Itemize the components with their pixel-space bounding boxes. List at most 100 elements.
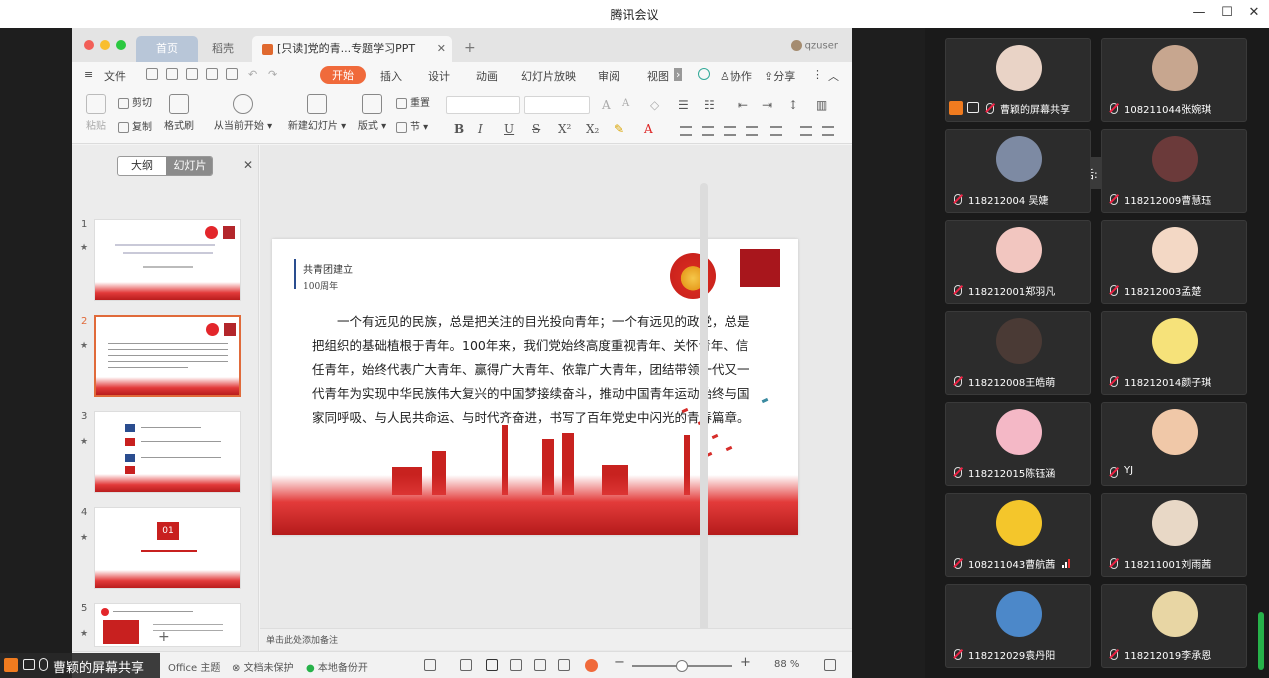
add-slide-button[interactable]: +: [158, 629, 170, 645]
sorter-view-icon[interactable]: [510, 659, 522, 671]
notes-view-icon[interactable]: [558, 659, 570, 671]
redo-icon[interactable]: ↷: [268, 68, 277, 81]
cloud-sync-icon[interactable]: [698, 68, 710, 80]
close-pane-icon[interactable]: ✕: [243, 158, 253, 172]
save-icon[interactable]: [166, 68, 178, 80]
menu-design[interactable]: 设计: [428, 68, 450, 84]
strikethrough-icon[interactable]: S: [532, 122, 540, 136]
align-center-icon[interactable]: [702, 126, 714, 136]
participant-tile[interactable]: 118212004 吴婕: [945, 129, 1091, 213]
align-left-icon[interactable]: [680, 126, 692, 136]
highlight-icon[interactable]: ✎: [614, 122, 624, 136]
editor-scrollbar[interactable]: [700, 183, 708, 643]
mac-minimize-dot[interactable]: [100, 40, 110, 50]
participant-tile[interactable]: 118212009曹慧珏: [1101, 129, 1247, 213]
more-icon[interactable]: ⋮: [812, 68, 823, 81]
cut-button[interactable]: 剪切: [118, 94, 152, 109]
align-text-icon[interactable]: [822, 126, 834, 136]
notes-area[interactable]: 单击此处添加备注: [260, 628, 852, 650]
format-painter-button[interactable]: 格式刷: [162, 94, 196, 132]
participant-scrollbar[interactable]: [1258, 612, 1264, 670]
slide-paragraph[interactable]: 一个有远见的民族，总是把关注的目光投向青年；一个有远见的政党，总是把组织的基础植…: [312, 310, 752, 430]
slide-thumbnail-2[interactable]: [94, 315, 241, 397]
mac-zoom-dot[interactable]: [116, 40, 126, 50]
tab-home[interactable]: 首页: [136, 36, 198, 62]
paste-button[interactable]: 粘贴: [82, 94, 110, 132]
participant-tile[interactable]: 118212008王皓萌: [945, 311, 1091, 395]
participant-tile[interactable]: 曹颖的屏幕共享: [945, 38, 1091, 122]
participant-tile[interactable]: 118212003孟楚: [1101, 220, 1247, 304]
tab-active-document[interactable]: [只读]党的青...专题学习PPT ✕: [252, 36, 452, 62]
outdent-icon[interactable]: ⇥: [762, 98, 772, 112]
font-color-icon[interactable]: A: [644, 122, 653, 136]
view-toggle-icon[interactable]: [424, 659, 436, 671]
indent-icon[interactable]: ⇤: [738, 98, 748, 112]
play-from-current-button[interactable]: 从当前开始 ▾: [212, 94, 274, 132]
increase-font-icon[interactable]: A: [602, 98, 611, 112]
menu-review[interactable]: 审阅: [598, 68, 620, 84]
fit-window-icon[interactable]: [824, 659, 836, 671]
zoom-slider[interactable]: [632, 660, 732, 672]
preview-icon[interactable]: [226, 68, 238, 80]
zoom-level[interactable]: 88 %: [774, 659, 799, 670]
reset-button[interactable]: 重置: [396, 94, 430, 109]
participant-tile[interactable]: 118212001郑羽凡: [945, 220, 1091, 304]
print-icon[interactable]: [206, 68, 218, 80]
share-button[interactable]: ⇪分享: [764, 68, 795, 84]
backup-status[interactable]: ● 本地备份开: [306, 659, 368, 674]
align-right-icon[interactable]: [724, 126, 736, 136]
zoom-out-button[interactable]: −: [614, 655, 625, 670]
collapse-ribbon-icon[interactable]: ︿: [828, 68, 839, 84]
underline-icon[interactable]: U: [504, 122, 514, 136]
slide-thumbnail-3[interactable]: [94, 411, 241, 493]
participant-tile[interactable]: 108211043曹航茜: [945, 493, 1091, 577]
menu-animation[interactable]: 动画: [476, 68, 498, 84]
normal-view-icon[interactable]: [486, 659, 498, 671]
text-direction-icon[interactable]: [800, 126, 812, 136]
font-name-select[interactable]: [446, 96, 520, 114]
participant-tile[interactable]: 118212019李承恩: [1101, 584, 1247, 668]
participant-tile[interactable]: 108211044张婉琪: [1101, 38, 1247, 122]
italic-icon[interactable]: I: [478, 122, 483, 136]
bold-icon[interactable]: B: [454, 122, 464, 136]
collab-button[interactable]: ♙协作: [720, 68, 752, 84]
tab-close-icon[interactable]: ✕: [437, 36, 446, 62]
section-button[interactable]: 节 ▾: [396, 118, 428, 133]
columns-icon[interactable]: ▥: [816, 98, 827, 112]
layout-button[interactable]: 版式 ▾: [356, 94, 388, 132]
open-icon[interactable]: [146, 68, 158, 80]
zoom-slider-knob[interactable]: [676, 660, 688, 672]
outline-view-icon[interactable]: [460, 659, 472, 671]
distributed-icon[interactable]: [770, 126, 782, 136]
menu-slideshow[interactable]: 幻灯片放映: [521, 68, 576, 84]
new-tab-button[interactable]: +: [464, 40, 476, 56]
clear-format-icon[interactable]: ◇: [650, 98, 659, 112]
superscript-icon[interactable]: X²: [558, 122, 571, 136]
slides-tab[interactable]: 幻灯片: [166, 157, 212, 175]
participant-tile[interactable]: 118212015陈钰涵: [945, 402, 1091, 486]
reading-view-icon[interactable]: [534, 659, 546, 671]
participant-tile[interactable]: 118211001刘雨茜: [1101, 493, 1247, 577]
more-tabs-chevron-icon[interactable]: ›: [674, 68, 683, 81]
numbering-icon[interactable]: ☷: [704, 98, 715, 112]
current-slide[interactable]: 共青团建立 100周年 一个有远见的民族，总是把关注的目光投向青年；一个有远见的…: [272, 239, 798, 535]
bullets-icon[interactable]: ☰: [678, 98, 689, 112]
line-spacing-icon[interactable]: ↕: [788, 98, 798, 112]
participant-tile[interactable]: 118212014颜子琪: [1101, 311, 1247, 395]
font-size-select[interactable]: [524, 96, 590, 114]
copy-button[interactable]: 复制: [118, 118, 152, 133]
slideshow-play-icon[interactable]: [585, 659, 598, 672]
participant-tile[interactable]: 118212029袁丹阳: [945, 584, 1091, 668]
subscript-icon[interactable]: X₂: [586, 122, 599, 136]
outline-tab[interactable]: 大纲: [118, 157, 166, 175]
menu-view[interactable]: 视图: [647, 68, 669, 84]
menu-insert[interactable]: 插入: [380, 68, 402, 84]
mac-close-dot[interactable]: [84, 40, 94, 50]
export-icon[interactable]: [186, 68, 198, 80]
decrease-font-icon[interactable]: A: [622, 98, 629, 109]
undo-icon[interactable]: ↶: [248, 68, 257, 81]
slide-thumbnail-4[interactable]: 01: [94, 507, 241, 589]
zoom-in-button[interactable]: +: [740, 655, 751, 670]
hamburger-icon[interactable]: ≡: [84, 68, 93, 81]
close-button[interactable]: ✕: [1245, 4, 1263, 22]
